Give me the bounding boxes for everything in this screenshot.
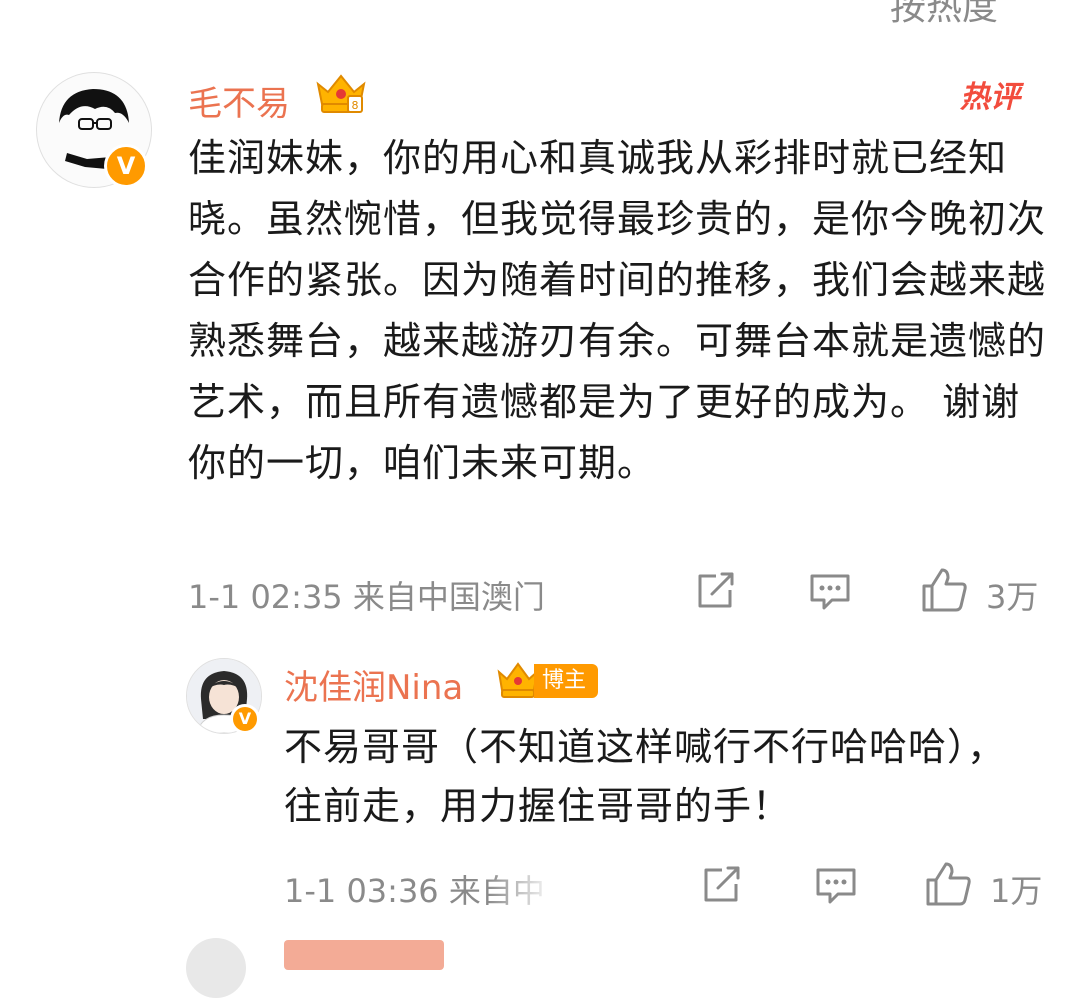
svg-text:8: 8 — [352, 99, 359, 112]
verified-badge-icon: V — [104, 144, 148, 188]
next-comment-avatar[interactable] — [186, 938, 246, 998]
like-count: 1万 — [990, 872, 1043, 910]
share-icon[interactable] — [700, 864, 744, 904]
sort-by-hot-label[interactable]: 按热度 — [890, 0, 998, 30]
comment-text: 佳润妹妹，你的用心和真诚我从彩排时就已经知晓。虽然惋惜，但我觉得最珍贵的，是你今… — [188, 136, 1047, 485]
comment-location: 来自中国澳门 — [352, 578, 545, 616]
hot-comment-tag: 热评 — [960, 80, 1020, 115]
next-comment-author-name[interactable] — [284, 940, 444, 970]
crown-badge-icon: 8 — [314, 70, 368, 116]
verified-badge-icon: V — [230, 704, 260, 734]
comment-time: 1-1 02:35 — [188, 578, 343, 616]
comment-icon[interactable] — [808, 572, 852, 612]
reply-text: 不易哥哥（不知道这样喊行不行哈哈哈），往前走，用力握住哥哥的手！ — [284, 725, 1007, 828]
share-icon[interactable] — [694, 570, 738, 610]
like-icon[interactable] — [920, 566, 970, 614]
author-role-tag: 博主 — [534, 664, 599, 698]
reply-author-name[interactable]: 沈佳润Nina — [284, 660, 463, 709]
like-icon[interactable] — [924, 860, 974, 908]
reply-meta: 1-1 03:36 来自中 — [284, 866, 545, 912]
reply-time: 1-1 03:36 — [284, 872, 439, 910]
like-count: 3万 — [986, 578, 1039, 616]
reply-location: 来自中 — [448, 872, 545, 910]
comment-icon[interactable] — [814, 866, 858, 906]
comment-meta: 1-1 02:35 来自中国澳门 — [188, 572, 545, 618]
comment-author-name[interactable]: 毛不易 — [188, 76, 290, 125]
